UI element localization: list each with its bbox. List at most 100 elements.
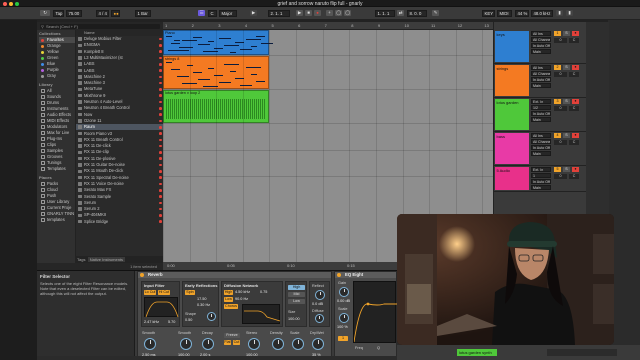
loop-length-field[interactable]: 8. 0. 0 [407, 9, 427, 17]
arm-button[interactable]: ● [572, 31, 579, 36]
predelay-knob[interactable] [144, 338, 156, 350]
input-channel-select[interactable]: All Channels [531, 139, 551, 144]
diffuse-knob[interactable] [315, 314, 324, 323]
volume-field[interactable]: 0 [554, 140, 567, 145]
mode-high-button[interactable]: High [288, 285, 305, 290]
input-type-select[interactable]: Ext. In [531, 99, 551, 104]
output-select[interactable]: Main [531, 83, 551, 88]
arm-button[interactable]: ● [572, 99, 579, 104]
density-knob[interactable] [272, 338, 284, 350]
reflect-value[interactable]: 0.0 dB [312, 302, 323, 306]
spin-toggle[interactable]: Spin [185, 290, 195, 295]
tap-tempo-button[interactable]: Tap [53, 9, 64, 17]
output-select[interactable]: Main [531, 117, 551, 122]
high-shelf-toggle[interactable]: High [224, 290, 233, 295]
eq-gain-value[interactable]: 0.00 dB [337, 299, 350, 303]
high-q[interactable]: 0.75 [260, 290, 267, 294]
track-activator[interactable]: 2 [554, 65, 561, 70]
pan-field[interactable]: C [569, 174, 579, 179]
solo-button[interactable]: S [563, 167, 570, 172]
monitor-switch[interactable]: In Auto Off [531, 111, 551, 116]
input-type-select[interactable]: All Ins [531, 65, 551, 70]
input-type-select[interactable]: All Ins [531, 133, 551, 138]
input-channel-select[interactable]: All Channels [531, 37, 551, 42]
volume-field[interactable]: 0 [554, 174, 567, 179]
track-activator[interactable]: 5 [554, 167, 561, 172]
eq-band-button[interactable]: 1 [338, 336, 348, 341]
size-value[interactable]: 100.00 [288, 317, 300, 321]
metronome-button[interactable]: ●● [111, 9, 120, 17]
follow-button[interactable]: ▶ [250, 10, 257, 16]
reflect-knob[interactable] [315, 290, 325, 300]
freeze-button[interactable]: Freeze [224, 333, 240, 338]
scale-mode-button[interactable]: ☰ [198, 10, 205, 16]
stop-button[interactable]: ■ [305, 10, 312, 16]
capture-midi-button[interactable]: ◯ [344, 10, 351, 16]
shape-value[interactable]: 0.50 [185, 318, 192, 322]
track-name[interactable]: bass [495, 133, 529, 140]
decay-knob[interactable] [202, 338, 214, 350]
track-activator[interactable]: 4 [554, 133, 561, 138]
tempo-field[interactable]: 75.00 [66, 9, 82, 17]
dry-wet-knob[interactable] [312, 338, 324, 350]
solo-button[interactable]: S [563, 31, 570, 36]
arm-button[interactable]: ● [572, 65, 579, 70]
key-menu[interactable]: C [208, 9, 217, 17]
track-activator[interactable]: 3 [554, 99, 561, 104]
overdub-button[interactable]: + [326, 10, 333, 16]
pan-field[interactable]: C [569, 38, 579, 43]
input-channel-select[interactable]: 1/2 [531, 105, 551, 110]
track-lane[interactable] [163, 151, 493, 177]
automation-arm-button[interactable]: ◯ [335, 10, 342, 16]
solo-button[interactable]: S [563, 133, 570, 138]
track-name[interactable]: strings [495, 65, 529, 72]
input-filter-freq[interactable]: 2.47 kHz [144, 320, 159, 324]
lo-cut-toggle[interactable]: Lo Cut [144, 290, 156, 295]
track-name[interactable]: 5 Audio [495, 167, 529, 174]
monitor-switch[interactable]: In Auto Off [531, 43, 551, 48]
shape-knob[interactable] [207, 312, 216, 321]
reverb-title-bar[interactable]: Reverb [138, 272, 331, 278]
input-filter-width[interactable]: 5.70 [168, 320, 175, 324]
device-power-icon[interactable] [140, 273, 144, 277]
solo-button[interactable]: S [563, 65, 570, 70]
scale-menu[interactable]: Major [219, 9, 237, 17]
solo-button[interactable]: S [563, 99, 570, 104]
track-activator[interactable]: 1 [554, 31, 561, 36]
pan-field[interactable]: C [569, 72, 579, 77]
mode-mid-button[interactable]: Mid [288, 292, 305, 297]
key-map-button[interactable]: KEY [482, 9, 495, 17]
song-position-field[interactable]: 2. 1. 1 [268, 9, 290, 17]
selected-track-indicator[interactable]: lotus garden synth [457, 349, 497, 356]
sidebar-place-templates[interactable]: templates [39, 217, 75, 223]
volume-field[interactable]: 0 [554, 38, 567, 43]
beat-ruler[interactable]: 1 2 3 4 5 6 7 8 9 10 11 12 13 [163, 22, 493, 30]
link-button[interactable]: ↻ [40, 10, 50, 16]
arm-button[interactable]: ● [572, 133, 579, 138]
input-channel-select[interactable]: All Channels [531, 71, 551, 76]
flat-button[interactable]: Flat [224, 340, 231, 345]
low-shelf-toggle[interactable]: Low [224, 297, 233, 302]
track-lane[interactable]: strings 8 [163, 56, 493, 90]
chorus-toggle[interactable]: Chorus [224, 304, 238, 309]
cut-button[interactable]: Cut [233, 340, 240, 345]
high-freq[interactable]: 4.50 kHz [235, 290, 250, 294]
eq-gain-knob[interactable] [339, 287, 349, 297]
file-row[interactable]: Splice Bridge [76, 219, 164, 225]
loop-switch[interactable]: ⇄ [397, 10, 404, 16]
track-lane[interactable]: lotus garden v loop 2 [163, 90, 493, 124]
arm-button[interactable]: ● [572, 167, 579, 172]
record-button[interactable]: ● [314, 10, 321, 16]
track-lane[interactable]: Piano [163, 30, 493, 56]
pan-field[interactable]: C [569, 140, 579, 145]
output-select[interactable]: Main [531, 151, 551, 156]
play-button[interactable]: ▶ [296, 10, 303, 16]
search-input[interactable]: Search (Cmd + F) [40, 23, 160, 29]
input-type-select[interactable]: All Ins [531, 31, 551, 36]
eq-scale-knob[interactable] [339, 313, 349, 323]
low-freq[interactable]: 90.0 Hz [235, 297, 248, 301]
stereo-knob[interactable] [248, 338, 260, 350]
input-type-select[interactable]: Ext. In [531, 167, 551, 172]
track-name[interactable]: keys [495, 31, 529, 38]
scale-knob[interactable] [292, 338, 304, 350]
